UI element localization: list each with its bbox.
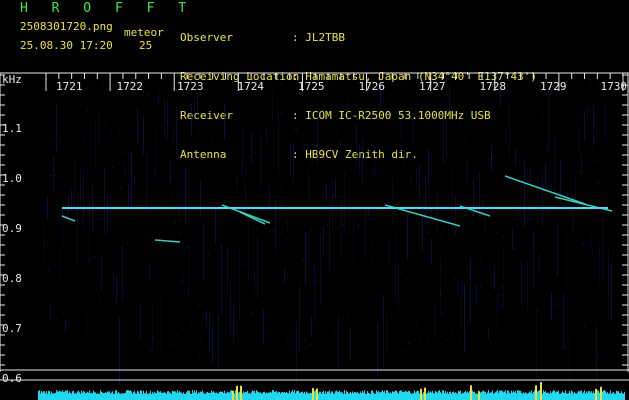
noise-background <box>44 80 612 391</box>
y-tick-label: 1.0 <box>2 172 22 185</box>
x-tick-label: 1726 <box>359 80 386 93</box>
y-tick-label: 1.1 <box>2 122 22 135</box>
meteor-trace <box>154 239 181 243</box>
y-tick-label: 0.6 <box>2 372 22 385</box>
x-tick-label: 1730 <box>601 80 628 93</box>
x-tick-label: 1729 <box>540 80 567 93</box>
meteor-trace <box>61 215 76 222</box>
y-tick-label: 0.8 <box>2 272 22 285</box>
axes: kHz1.11.00.90.80.70.61721 1722 1723 1724 172… <box>0 72 629 385</box>
x-tick-label: 1725 <box>298 80 325 93</box>
x-tick-label: 1728 <box>480 80 507 93</box>
x-tick-label: 1724 <box>238 80 265 93</box>
meteor-trace <box>239 211 266 225</box>
y-tick-label: 0.9 <box>2 222 22 235</box>
x-tick-label: 1727 <box>419 80 446 93</box>
spectrogram: kHz1.11.00.90.80.70.61721 1722 1723 1724 172… <box>0 72 629 400</box>
y-tick-label: 0.7 <box>2 322 22 335</box>
x-tick-label: 1721 <box>56 80 83 93</box>
x-tick-label: 1723 <box>177 80 204 93</box>
x-tick-label: 1722 <box>117 80 144 93</box>
noise-meter <box>0 369 629 400</box>
